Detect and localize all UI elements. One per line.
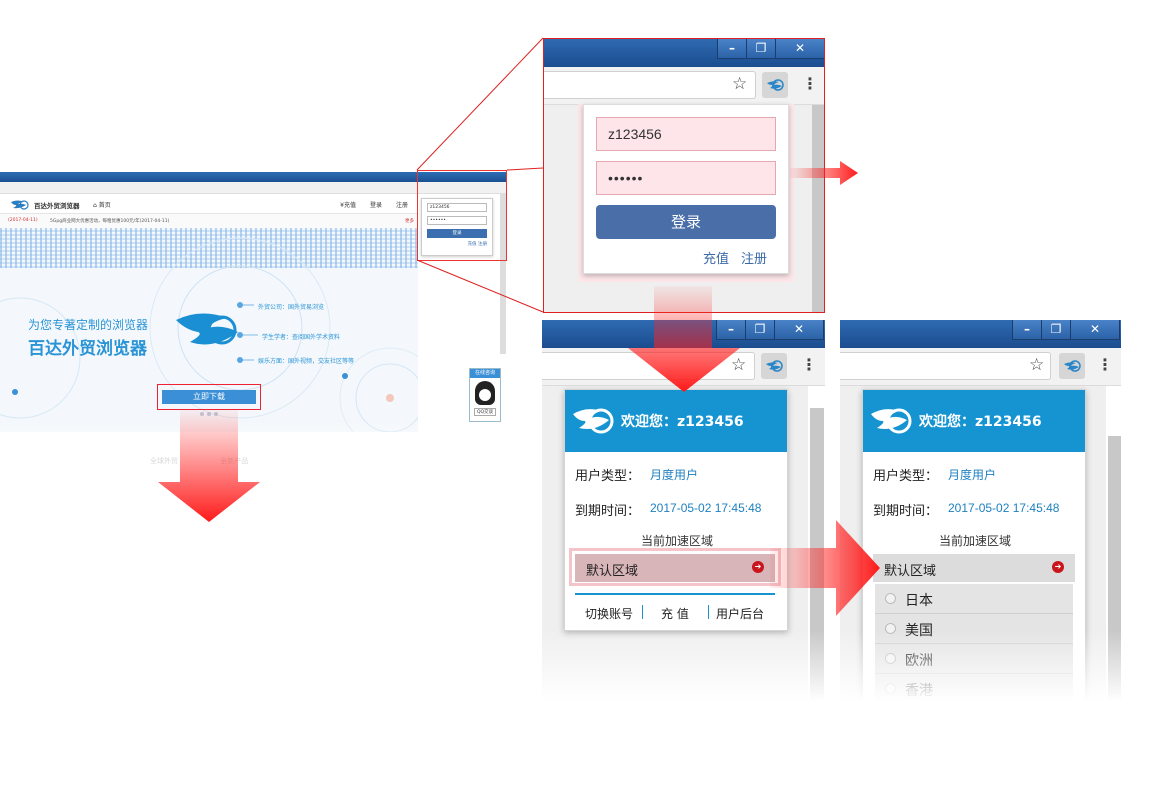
arrow-down-icon [628,286,740,392]
arrow-right-icon [790,161,858,185]
flow-arrows [158,161,880,616]
arrow-down-icon [158,410,260,522]
arrow-right-icon [770,520,880,616]
